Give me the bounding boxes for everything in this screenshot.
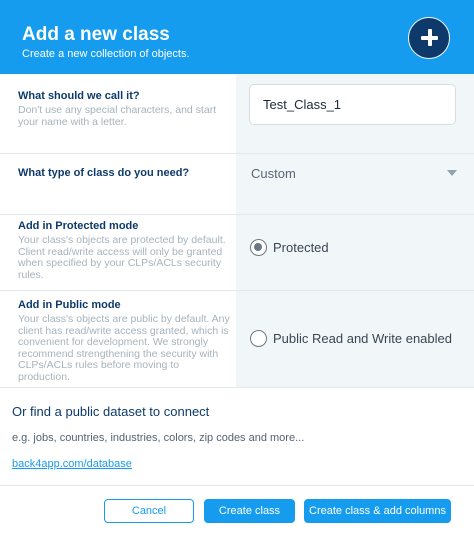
dialog-subtitle: Create a new collection of objects. <box>22 48 190 60</box>
class-name-input[interactable]: Test_Class_1 <box>249 84 456 125</box>
class-type-selected-value: Custom <box>251 166 296 181</box>
class-name-row: What should we call it? Don't use any sp… <box>0 74 474 154</box>
chevron-down-icon <box>447 170 457 176</box>
radio-selected-dot <box>254 243 262 251</box>
protected-radio-label[interactable]: Protected <box>273 240 329 255</box>
class-type-label-column: What type of class do you need? <box>0 154 236 214</box>
protected-mode-row: Add in Protected mode Your class's objec… <box>0 215 474 291</box>
protected-mode-label: Add in Protected mode <box>18 220 139 232</box>
dialog-header: Add a new class Create a new collection … <box>0 0 474 74</box>
dataset-title: Or find a public dataset to connect <box>12 404 210 419</box>
public-mode-row: Add in Public mode Your class's objects … <box>0 291 474 388</box>
class-type-select[interactable]: Custom <box>236 154 474 214</box>
protected-mode-label-column: Add in Protected mode Your class's objec… <box>0 215 236 290</box>
public-dataset-section: Or find a public dataset to connect e.g.… <box>0 388 474 486</box>
public-mode-label-column: Add in Public mode Your class's objects … <box>0 291 236 387</box>
public-mode-label: Add in Public mode <box>18 299 121 311</box>
class-type-label: What type of class do you need? <box>18 167 190 179</box>
class-name-label: What should we call it? <box>18 90 140 102</box>
dialog-footer: Cancel Create class Create class & add c… <box>0 486 474 535</box>
class-name-label-column: What should we call it? Don't use any sp… <box>0 74 236 153</box>
class-name-description: Don't use any special characters, and st… <box>18 104 217 128</box>
plus-icon <box>408 17 450 59</box>
class-name-control-column: Test_Class_1 <box>236 74 474 153</box>
create-class-button[interactable]: Create class <box>204 499 295 523</box>
dataset-link[interactable]: back4app.com/database <box>12 458 132 470</box>
add-class-dialog: Add a new class Create a new collection … <box>0 0 474 535</box>
protected-radio[interactable] <box>250 239 267 256</box>
create-class-add-columns-button[interactable]: Create class & add columns <box>304 499 451 523</box>
public-radio-label[interactable]: Public Read and Write enabled <box>273 331 452 346</box>
dialog-title: Add a new class <box>22 24 170 45</box>
public-mode-option[interactable]: Public Read and Write enabled <box>236 291 474 387</box>
protected-mode-description: Your class's objects are protected by de… <box>18 234 226 281</box>
cancel-button[interactable]: Cancel <box>104 499 194 523</box>
dataset-hint: e.g. jobs, countries, industries, colors… <box>12 432 305 444</box>
public-mode-description: Your class's objects are public by defau… <box>18 313 230 383</box>
public-radio[interactable] <box>250 330 267 347</box>
protected-mode-option[interactable]: Protected <box>236 215 474 290</box>
class-type-row: What type of class do you need? Custom <box>0 154 474 215</box>
